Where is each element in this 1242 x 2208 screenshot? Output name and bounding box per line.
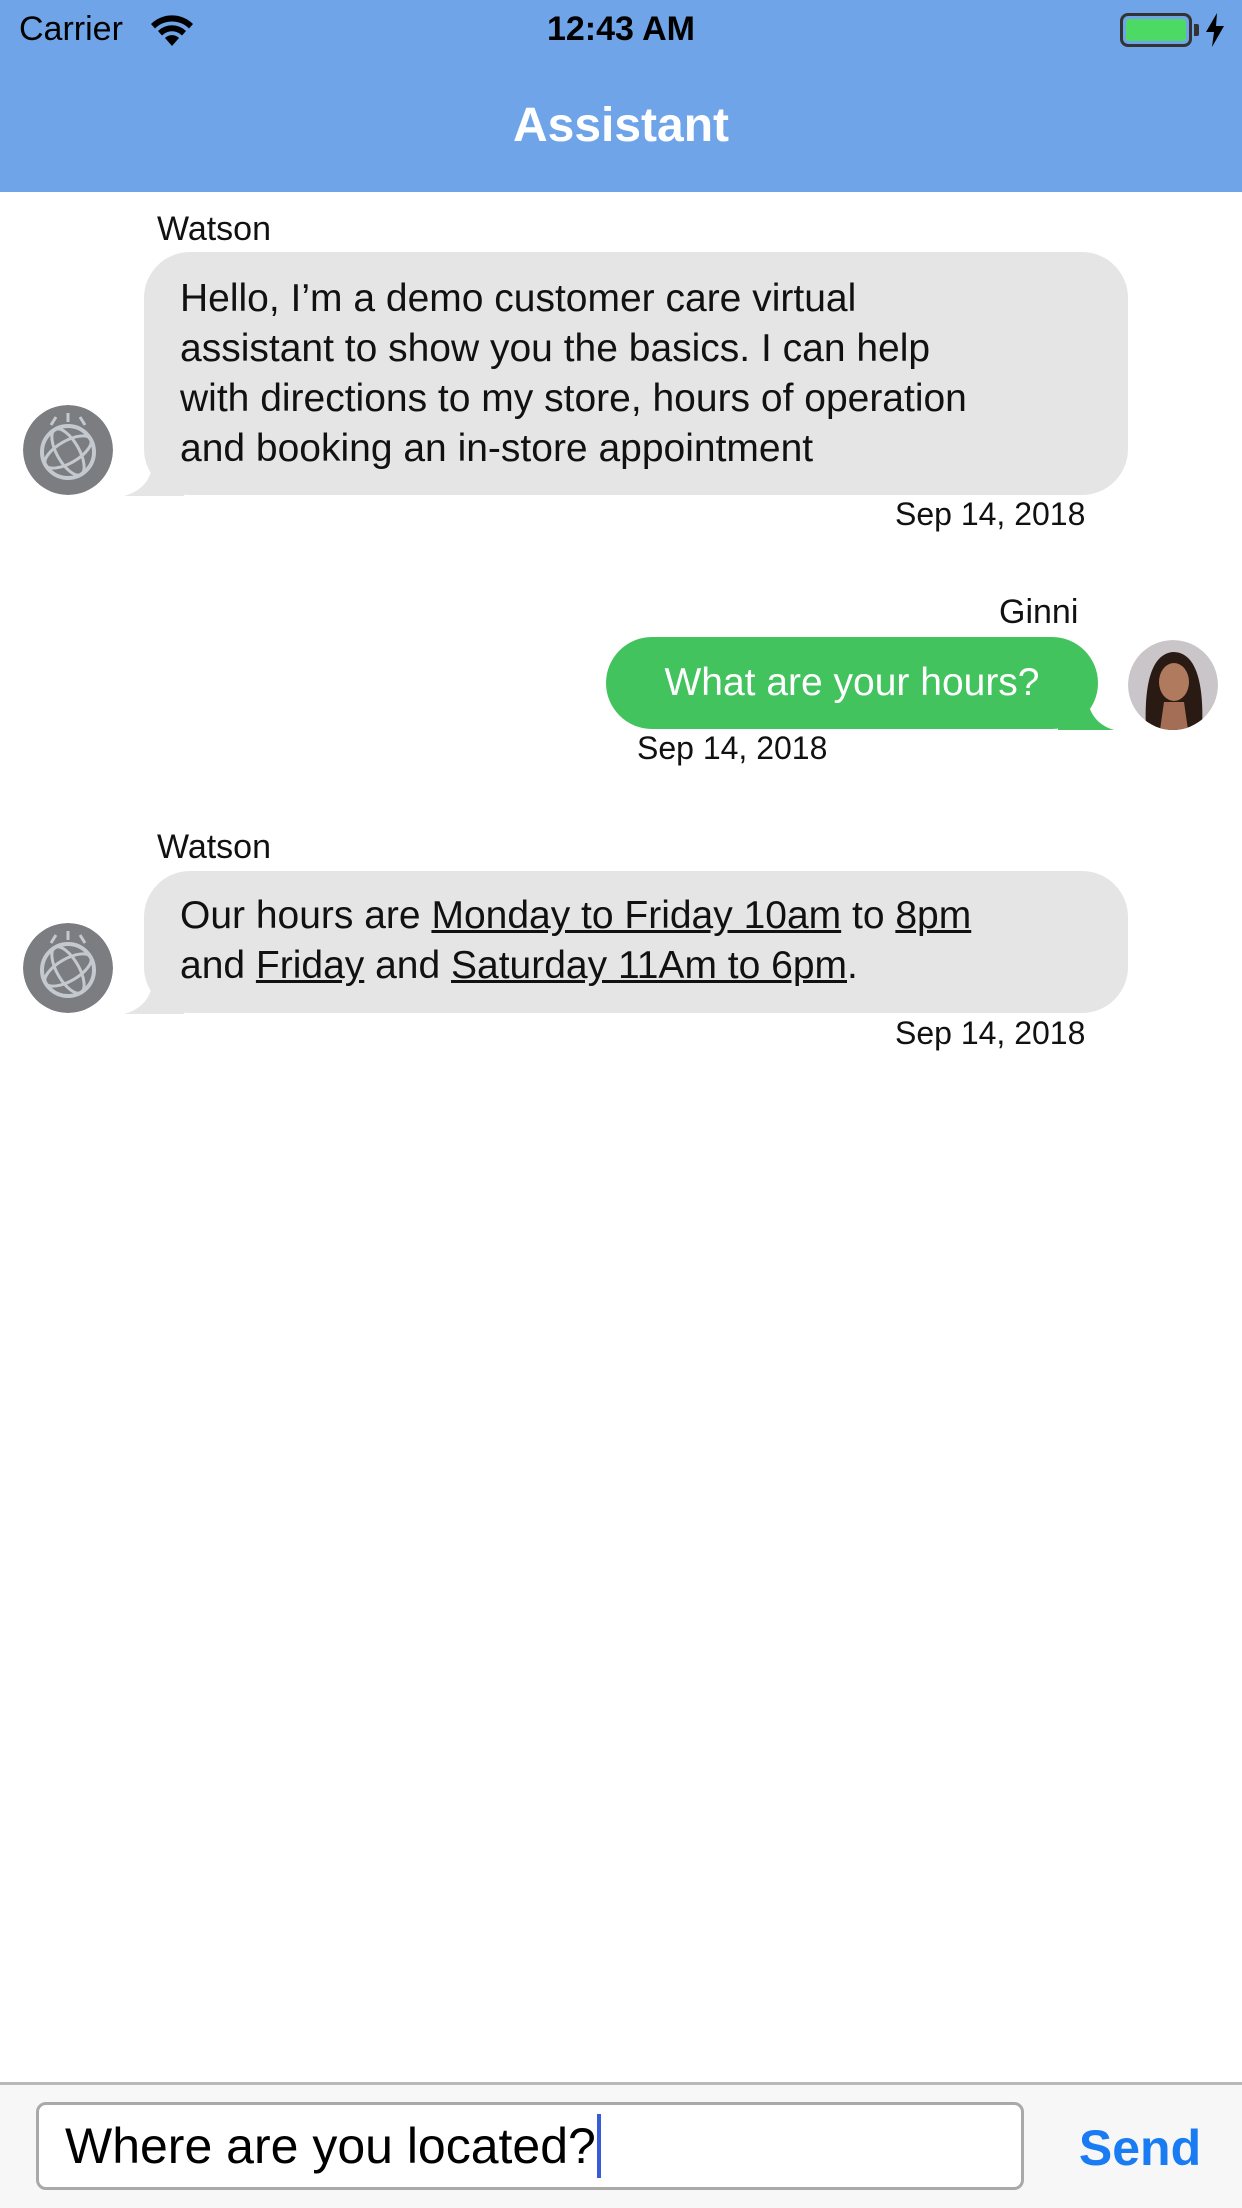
message-line: and booking an in-store appointment xyxy=(180,427,814,470)
watson-globe-icon xyxy=(23,923,113,1013)
message-line: with directions to my store, hours of op… xyxy=(180,377,967,420)
detected-link[interactable]: Monday to Friday 10am xyxy=(431,894,841,937)
message-text: Our hours are xyxy=(180,894,432,937)
message-text: and xyxy=(364,944,452,987)
message-line: Hello, I’m a demo customer care virtual xyxy=(180,277,857,320)
message-input[interactable]: Where are you located? xyxy=(36,2102,1024,2190)
sender-name: Watson xyxy=(157,828,272,866)
send-button[interactable]: Send xyxy=(1060,2119,1220,2179)
message-line: Our hours are Monday to Friday 10am to 8… xyxy=(180,891,1092,941)
message-line: and Friday and Saturday 11Am to 6pm. xyxy=(180,941,1092,991)
detected-link[interactable]: Friday xyxy=(256,944,364,987)
message-input-value: Where are you located? xyxy=(65,2118,596,2174)
message-timestamp: Sep 14, 2018 xyxy=(895,496,1086,532)
message-bubble-incoming[interactable]: Hello, I’m a demo customer care virtual … xyxy=(144,252,1128,495)
charging-bolt-icon xyxy=(1206,13,1224,47)
battery-icon xyxy=(1120,13,1192,47)
message-timestamp: Sep 14, 2018 xyxy=(895,1015,1086,1051)
watson-globe-icon xyxy=(23,405,113,495)
message-bubble-outgoing[interactable]: What are your hours? xyxy=(606,637,1098,729)
sender-name: Watson xyxy=(157,210,272,248)
page-title: Assistant xyxy=(512,99,730,152)
text-caret xyxy=(596,2113,601,2178)
composer-bar: Where are you located? Send xyxy=(0,2082,1242,2208)
message-timestamp: Sep 14, 2018 xyxy=(637,730,828,766)
message-line: assistant to show you the basics. I can … xyxy=(180,327,931,370)
battery-tip xyxy=(1194,24,1199,36)
status-time: 12:43 AM xyxy=(546,10,696,48)
watson-avatar xyxy=(23,405,113,495)
watson-avatar xyxy=(23,923,113,1013)
message-text: . xyxy=(847,944,858,987)
detected-link[interactable]: 8pm xyxy=(895,894,971,937)
user-avatar xyxy=(1128,640,1218,730)
message-text: and xyxy=(180,944,256,987)
navigation-header: Carrier 12:43 AM Assistant xyxy=(0,0,1242,192)
message-bubble-incoming[interactable]: Our hours are Monday to Friday 10am to 8… xyxy=(144,871,1128,1013)
detected-link[interactable]: Saturday 11Am to 6pm xyxy=(451,944,847,987)
message-text: to xyxy=(841,894,896,937)
user-photo-icon xyxy=(1128,640,1218,730)
sender-name: Ginni xyxy=(999,593,1079,631)
status-bar: Carrier 12:43 AM xyxy=(0,0,1242,62)
